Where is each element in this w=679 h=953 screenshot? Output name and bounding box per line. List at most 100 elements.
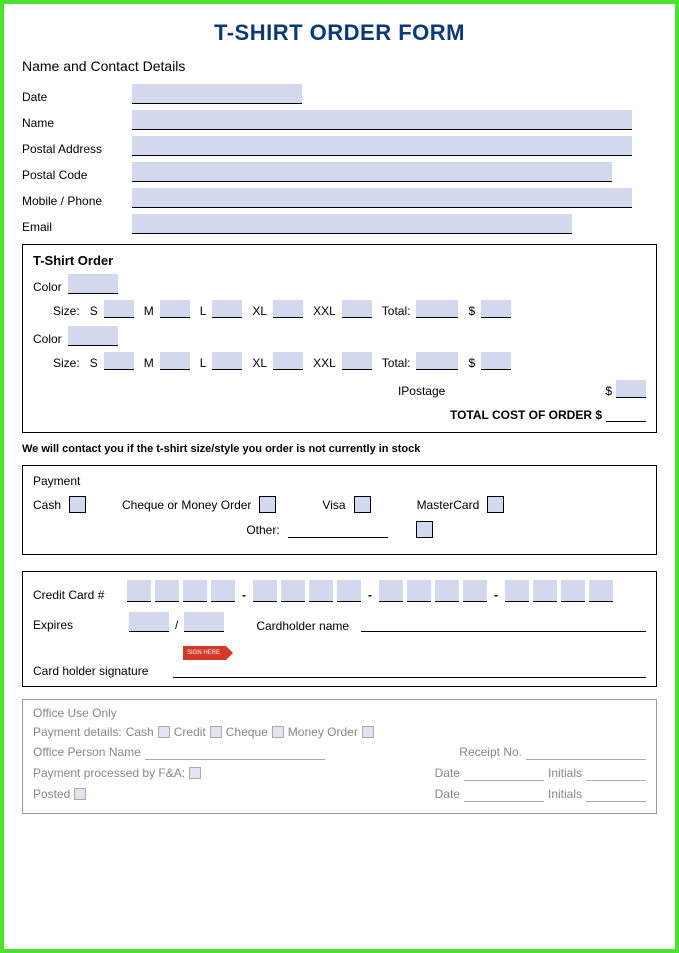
cash-label: Cash: [33, 498, 61, 512]
postal-address-field[interactable]: [132, 136, 632, 156]
cc-digit[interactable]: [183, 580, 207, 602]
m-field-2[interactable]: [160, 352, 190, 370]
color-field-1[interactable]: [68, 274, 118, 294]
cc-digit[interactable]: [211, 580, 235, 602]
office-credit-checkbox[interactable]: [210, 726, 222, 738]
xxl-label-1: XXL: [313, 304, 336, 318]
xl-field-2[interactable]: [273, 352, 303, 370]
office-initials-field-1[interactable]: [586, 765, 646, 781]
office-date-label-1: Date: [435, 766, 460, 780]
office-receipt-label: Receipt No.: [459, 745, 522, 759]
l-label-2: L: [200, 356, 207, 370]
other-label: Other:: [246, 523, 279, 537]
l-field-2[interactable]: [212, 352, 242, 370]
cash-checkbox[interactable]: [69, 496, 86, 513]
postal-code-field[interactable]: [132, 162, 612, 182]
xxl-label-2: XXL: [313, 356, 336, 370]
cc-digit[interactable]: [281, 580, 305, 602]
cc-digit[interactable]: [155, 580, 179, 602]
m-label-1: M: [144, 304, 154, 318]
price-field-1[interactable]: [481, 300, 511, 318]
office-posted-checkbox[interactable]: [74, 788, 86, 800]
color-field-2[interactable]: [68, 326, 118, 346]
mobile-field[interactable]: [132, 188, 632, 208]
office-processed-checkbox[interactable]: [189, 767, 201, 779]
cc-dash: -: [491, 588, 501, 602]
cc-digit[interactable]: [309, 580, 333, 602]
visa-checkbox[interactable]: [354, 496, 371, 513]
xxl-field-1[interactable]: [342, 300, 372, 318]
exp-month-field[interactable]: [129, 612, 169, 632]
cheque-label: Cheque or Money Order: [122, 498, 251, 512]
signature-row: Card holder signature: [33, 662, 646, 678]
office-heading: Office Use Only: [33, 706, 646, 720]
cc-digit[interactable]: [407, 580, 431, 602]
office-cash-checkbox[interactable]: [158, 726, 170, 738]
date-field[interactable]: [132, 84, 302, 104]
xl-label-1: XL: [252, 304, 267, 318]
m-label-2: M: [144, 356, 154, 370]
payment-heading: Payment: [33, 474, 646, 488]
cardholder-field[interactable]: [361, 616, 646, 632]
mobile-row: Mobile / Phone: [22, 188, 657, 208]
color-label-1: Color: [33, 280, 62, 294]
postal-address-row: Postal Address: [22, 136, 657, 156]
cc-digit[interactable]: [337, 580, 361, 602]
mastercard-label: MasterCard: [417, 498, 480, 512]
office-date-field-1[interactable]: [464, 765, 544, 781]
exp-year-field[interactable]: [184, 612, 224, 632]
order-box: T-Shirt Order Color Size: S M L XL XXL T…: [22, 244, 657, 433]
office-mo-checkbox[interactable]: [362, 726, 374, 738]
l-label-1: L: [200, 304, 207, 318]
office-cheque-checkbox[interactable]: [272, 726, 284, 738]
form-page: T-SHIRT ORDER FORM Name and Contact Deta…: [0, 0, 679, 953]
m-field-1[interactable]: [160, 300, 190, 318]
cc-number-row: Credit Card # - - -: [33, 580, 646, 602]
total-cost-field[interactable]: [606, 406, 646, 422]
cc-digit[interactable]: [379, 580, 403, 602]
stock-note: We will contact you if the t-shirt size/…: [22, 443, 657, 455]
cc-digit[interactable]: [463, 580, 487, 602]
email-label: Email: [22, 220, 132, 234]
cc-digit[interactable]: [533, 580, 557, 602]
signature-label: Card holder signature: [33, 664, 173, 678]
email-field[interactable]: [132, 214, 572, 234]
s-field-1[interactable]: [104, 300, 134, 318]
s-label-1: S: [90, 304, 98, 318]
cc-digit[interactable]: [435, 580, 459, 602]
xxl-field-2[interactable]: [342, 352, 372, 370]
office-person-field[interactable]: [145, 744, 325, 760]
size-label-1: Size:: [53, 304, 80, 318]
total-field-2[interactable]: [416, 352, 458, 370]
dollar-postage: $: [605, 384, 612, 398]
office-box: Office Use Only Payment details: Cash Cr…: [22, 699, 657, 814]
l-field-1[interactable]: [212, 300, 242, 318]
office-credit-label: Credit: [174, 725, 206, 739]
total-field-1[interactable]: [416, 300, 458, 318]
cc-digit[interactable]: [127, 580, 151, 602]
price-field-2[interactable]: [481, 352, 511, 370]
mastercard-checkbox[interactable]: [487, 496, 504, 513]
cc-digit[interactable]: [505, 580, 529, 602]
other-field[interactable]: [288, 522, 388, 538]
xl-field-1[interactable]: [273, 300, 303, 318]
office-receipt-field[interactable]: [526, 744, 646, 760]
cc-digit[interactable]: [589, 580, 613, 602]
postage-label: IPostage: [398, 384, 445, 398]
name-field[interactable]: [132, 110, 632, 130]
s-field-2[interactable]: [104, 352, 134, 370]
office-initials-field-2[interactable]: [586, 786, 646, 802]
office-date-field-2[interactable]: [464, 786, 544, 802]
postage-field[interactable]: [616, 380, 646, 398]
other-checkbox[interactable]: [416, 521, 433, 538]
office-details-row: Payment details: Cash Credit Cheque Mone…: [33, 725, 646, 739]
expires-row: Expires / Cardholder name: [33, 612, 646, 632]
name-row: Name: [22, 110, 657, 130]
cc-digit[interactable]: [253, 580, 277, 602]
signature-field[interactable]: [173, 662, 646, 678]
office-cheque-label: Cheque: [226, 725, 268, 739]
color-label-2: Color: [33, 332, 62, 346]
cc-dash: -: [239, 588, 249, 602]
cc-digit[interactable]: [561, 580, 585, 602]
cheque-checkbox[interactable]: [259, 496, 276, 513]
